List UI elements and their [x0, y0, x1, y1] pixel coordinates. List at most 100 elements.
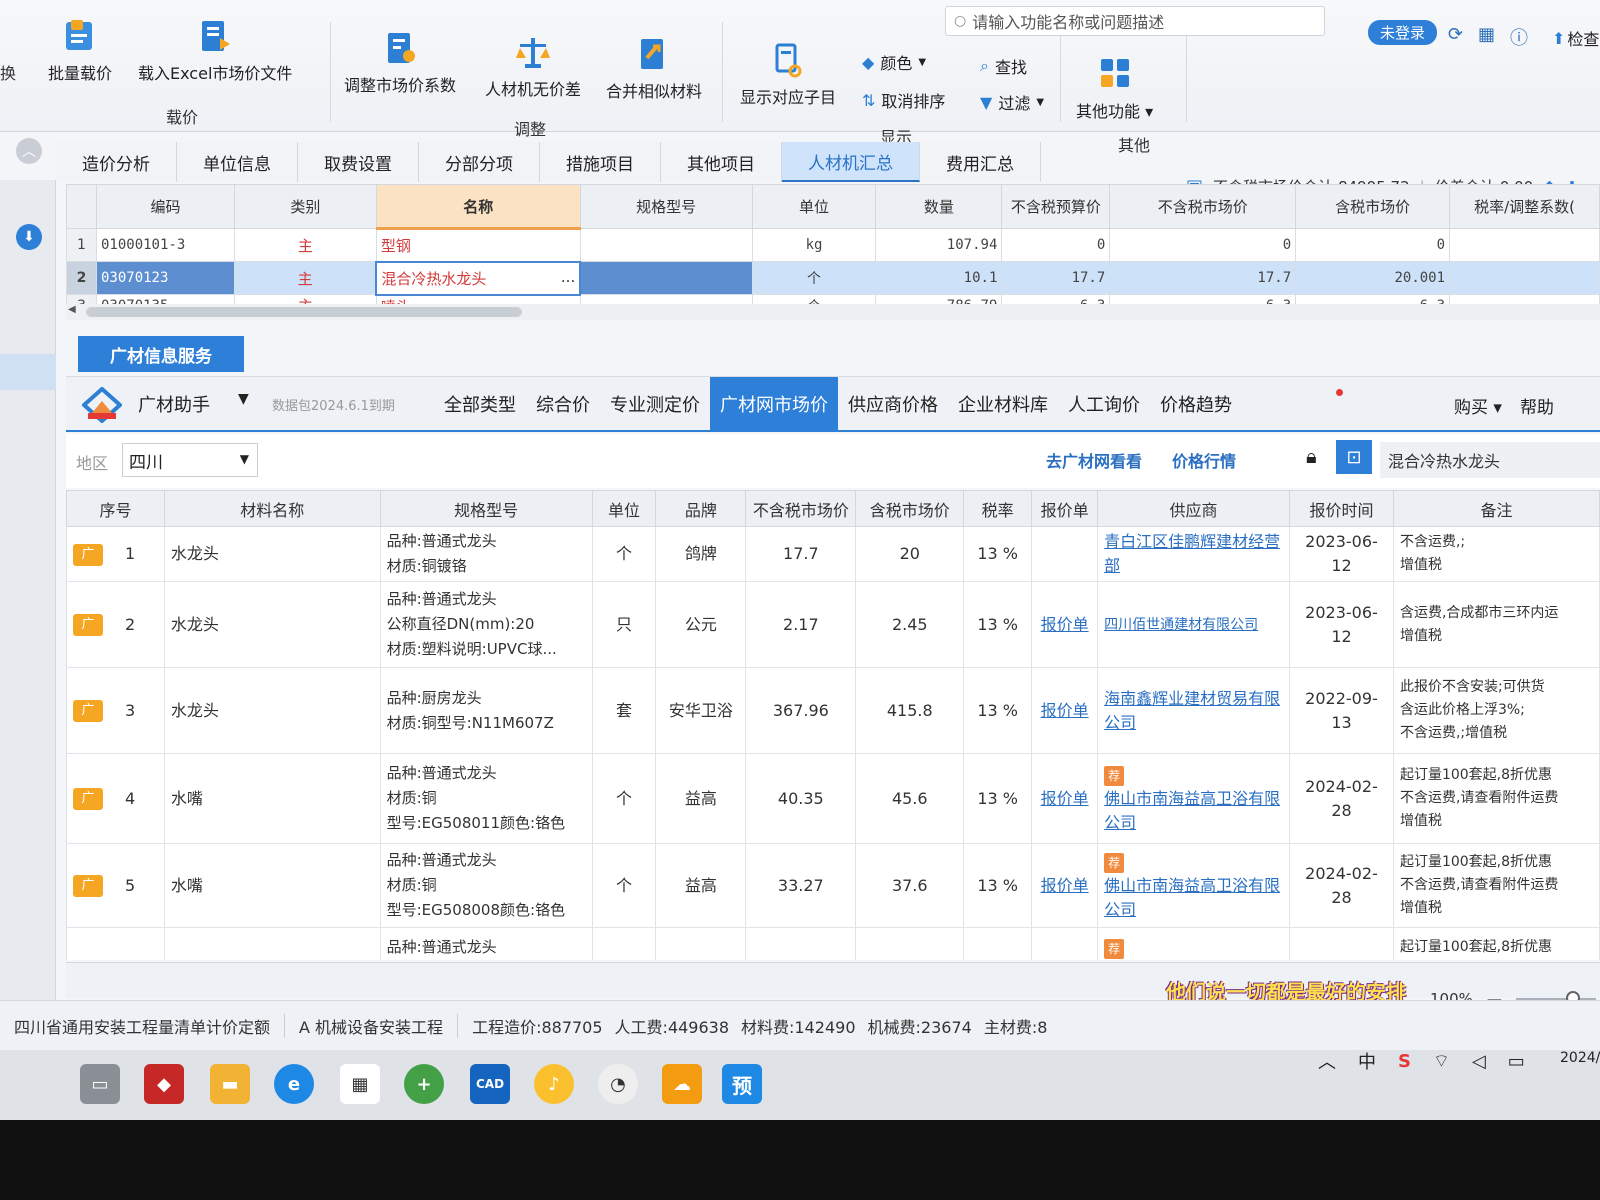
price-row[interactable]: 广1 水龙头 品种:普通式龙头 材质:铜镀铬 个 鸽牌 17.7 20 13 % …	[66, 526, 1600, 582]
tab-measures[interactable]: 措施项目	[540, 142, 661, 182]
buy-menu[interactable]: 购买 ▾	[1454, 393, 1502, 418]
download-icon[interactable]: ⬇	[16, 224, 42, 250]
edge-browser-icon[interactable]: e	[274, 1064, 314, 1104]
speaker-icon[interactable]: ◁	[1472, 1051, 1486, 1072]
grid-cell-type[interactable]: 主	[233, 261, 377, 295]
grid-header-tax-rate[interactable]: 税率/调整系数(	[1449, 184, 1600, 229]
show-sub-items-button[interactable]: 显示对应子目	[740, 42, 836, 108]
collapse-panel-icon[interactable]: ︿	[16, 138, 42, 164]
grid-header-market-price[interactable]: 不含税市场价	[1109, 184, 1297, 229]
price-row-quote-link[interactable]: 报价单	[1031, 667, 1099, 754]
region-select[interactable]: 四川 ▼	[122, 443, 258, 477]
tray-expand-icon[interactable]: ︿	[1318, 1048, 1336, 1074]
subtab-market-price[interactable]: 广材网市场价	[710, 377, 838, 431]
grid-cell-spec[interactable]	[579, 228, 753, 262]
batch-load-price-button[interactable]: 批量载价	[48, 18, 112, 84]
grid-header-unit[interactable]: 单位	[751, 184, 877, 229]
task-view-icon[interactable]: ▭	[80, 1064, 120, 1104]
security-app-icon[interactable]: ◆	[144, 1064, 184, 1104]
grid-cell-type[interactable]: 主	[233, 228, 377, 262]
login-status-badge[interactable]: 未登录	[1368, 20, 1438, 45]
color-button[interactable]: ◆ 颜色 ▼	[862, 50, 926, 74]
grid-cell-name-editing[interactable]: 混合冷热水龙头 ...	[375, 260, 582, 296]
grid-header-budget-price[interactable]: 不含税预算价	[1001, 184, 1111, 229]
grid-cell-budget[interactable]: 17.7	[1001, 261, 1111, 295]
price-row-supplier-link[interactable]: 荐佛山市南海益高卫浴有限 公司	[1097, 843, 1291, 928]
tab-labor-material-summary[interactable]: 人材机汇总	[782, 142, 920, 182]
guangcai-assistant-title[interactable]: 广材助手	[138, 391, 210, 417]
grid-header-qty[interactable]: 数量	[875, 184, 1003, 229]
ime-indicator[interactable]: 中	[1358, 1048, 1376, 1074]
guangcai-service-tab[interactable]: 广材信息服务	[78, 336, 244, 372]
app-plus-icon[interactable]: +	[404, 1064, 444, 1104]
grid-cell-qty[interactable]: 107.94	[875, 228, 1003, 262]
grid-cell-rate[interactable]	[1449, 228, 1600, 262]
price-row-quote-link[interactable]	[1031, 526, 1099, 582]
sogou-input-icon[interactable]: S	[1398, 1051, 1411, 1072]
price-row-supplier-link[interactable]: 荐佛山市南海益高卫浴有限 公司	[1097, 753, 1291, 844]
price-row-quote-link[interactable]: 报价单	[1031, 581, 1099, 668]
price-row[interactable]: 广4 水嘴 品种:普通式龙头 材质:铜 型号:EG508011颜色:铬色 个 益高 …	[66, 753, 1600, 844]
other-functions-button[interactable]: 其他功能 ▾	[1076, 56, 1153, 122]
grid-header-code[interactable]: 编码	[95, 184, 235, 229]
chevron-down-icon[interactable]: ▼	[238, 391, 249, 407]
grid-cell-tax-market[interactable]: 20.001	[1295, 261, 1451, 295]
price-row-supplier-link[interactable]: 四川佰世通建材有限公司	[1097, 581, 1291, 668]
price-row-partial[interactable]: 品种:普通式龙头 荐 起订量100套起,8折优惠	[66, 927, 1600, 960]
more-options-icon[interactable]: ...	[561, 268, 575, 286]
function-search-input[interactable]: ○ 请输入功能名称或问题描述	[945, 6, 1325, 36]
rail-selected-item[interactable]	[0, 354, 56, 390]
subtab-enterprise-library[interactable]: 企业材料库	[948, 377, 1058, 431]
cad-app-icon[interactable]: CAD	[470, 1064, 510, 1104]
grid-cell-unit[interactable]: kg	[751, 228, 877, 262]
tab-sub-items[interactable]: 分部分项	[419, 142, 540, 182]
grid-cell-tax-market[interactable]: 0	[1295, 228, 1451, 262]
grid-cell-name[interactable]: 型钢	[375, 228, 581, 262]
filter-button[interactable]: ▼ 过滤 ▼	[980, 90, 1044, 114]
grid-cell-budget[interactable]: 0	[1001, 228, 1111, 262]
grid-cell-rate[interactable]	[1449, 261, 1600, 295]
material-search-input[interactable]: 混合冷热水龙头	[1380, 442, 1600, 478]
unlock-icon[interactable]: ⊡	[1336, 440, 1372, 474]
grid-header-spec[interactable]: 规格型号	[579, 184, 753, 229]
grid-horizontal-scrollbar[interactable]: ◀	[66, 304, 1600, 320]
tab-fee-settings[interactable]: 取费设置	[298, 142, 419, 182]
price-row-quote-link[interactable]: 报价单	[1031, 843, 1099, 928]
subtab-supplier-price[interactable]: 供应商价格	[838, 377, 948, 431]
price-trend-link[interactable]: 价格行情	[1172, 448, 1236, 472]
grid-row-selected[interactable]: 2 03070123 主 混合冷热水龙头 ... 个 10.1 17.7 17.…	[66, 260, 1600, 296]
timer-app-icon[interactable]: ◔	[598, 1064, 638, 1104]
apps-icon[interactable]: ▦	[1478, 24, 1495, 45]
scroll-left-icon[interactable]: ◀	[68, 304, 76, 315]
subtab-all-types[interactable]: 全部类型	[434, 377, 526, 431]
check-button[interactable]: ⬆ 检查	[1552, 26, 1599, 50]
grid-cell-code[interactable]: 03070123	[95, 261, 235, 295]
tab-cost-analysis[interactable]: 造价分析	[56, 142, 177, 182]
subtab-price-trend[interactable]: 价格趋势	[1150, 377, 1242, 431]
wifi-icon[interactable]: ⌔	[1433, 1050, 1450, 1073]
grid-header-tax-market-price[interactable]: 含税市场价	[1295, 184, 1451, 229]
grid-cell-market[interactable]: 0	[1109, 228, 1297, 262]
price-row[interactable]: 广2 水龙头 品种:普通式龙头 公称直径DN(mm):20 材质:塑料说明:UPVC…	[66, 581, 1600, 668]
load-excel-price-button[interactable]: 载入Excel市场价文件	[138, 18, 292, 84]
scrollbar-thumb[interactable]	[86, 307, 522, 317]
tab-other-items[interactable]: 其他项目	[661, 142, 782, 182]
price-row-quote-link[interactable]: 报价单	[1031, 753, 1099, 844]
budget-app-icon[interactable]: 预	[722, 1064, 762, 1104]
find-button[interactable]: ⌕ 查找	[980, 54, 1027, 78]
battery-icon[interactable]: ▭	[1508, 1051, 1525, 1072]
price-row-supplier-link[interactable]: 海南鑫辉业建材贸易有限 公司	[1097, 667, 1291, 754]
refresh-icon[interactable]: ⟳	[1448, 24, 1463, 45]
music-app-icon[interactable]: ♪	[534, 1064, 574, 1104]
grid-header-name[interactable]: 名称	[375, 184, 581, 230]
lock-icon[interactable]: 🔒︎	[1306, 444, 1317, 468]
visit-guangcai-link[interactable]: 去广材网看看	[1046, 448, 1142, 472]
store-icon[interactable]: ▦	[340, 1064, 380, 1104]
grid-row[interactable]: 1 01000101-3 主 型钢 kg 107.94 0 0 0	[66, 228, 1600, 262]
grid-cell-market[interactable]: 17.7	[1109, 261, 1297, 295]
subtab-manual-inquiry[interactable]: 人工询价	[1058, 377, 1150, 431]
file-explorer-icon[interactable]: ▬	[210, 1064, 250, 1104]
price-row-supplier-link[interactable]: 青白江区佳鹏辉建材经营部	[1097, 526, 1291, 582]
price-row[interactable]: 广3 水龙头 品种:厨房龙头 材质:铜型号:N11M607Z 套 安华卫浴 367…	[66, 667, 1600, 754]
help-menu[interactable]: 帮助	[1520, 393, 1554, 418]
